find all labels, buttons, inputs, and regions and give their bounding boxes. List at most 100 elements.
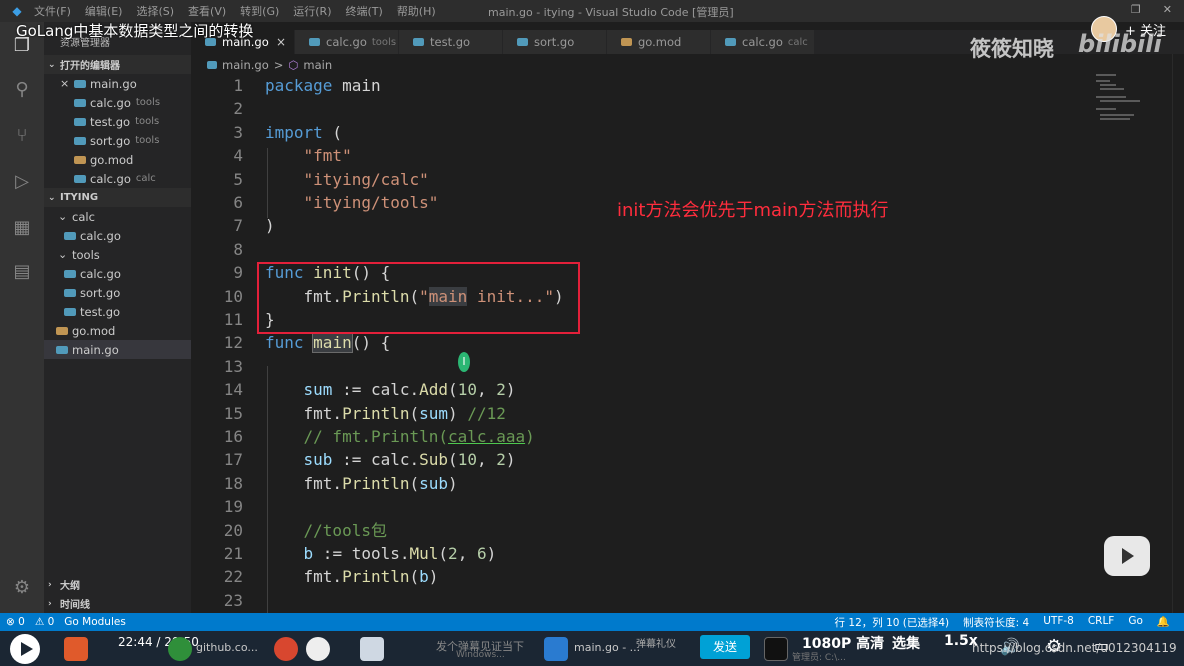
tab-go-mod[interactable]: go.mod — [607, 30, 711, 54]
tree-file[interactable]: test.go — [44, 302, 191, 321]
tree-folder-tools[interactable]: ⌄ tools — [44, 245, 191, 264]
open-editor-item[interactable]: calc.go calc — [44, 169, 191, 188]
time-separator: / — [156, 635, 161, 649]
menu-file[interactable]: 文件(F) — [34, 3, 71, 19]
open-editor-name: calc.go — [90, 95, 131, 110]
file-label: calc.go — [80, 266, 121, 281]
tree-file[interactable]: calc.go — [44, 226, 191, 245]
problems-errors[interactable]: ⊗ 0 — [6, 616, 25, 628]
send-danmaku-button[interactable]: 发送 — [700, 635, 750, 659]
chrome-icon[interactable] — [274, 637, 298, 661]
open-editor-item[interactable]: test.go tools — [44, 112, 191, 131]
code-token: 2 — [496, 380, 506, 400]
episode-selector[interactable]: 选集 — [892, 633, 920, 653]
open-editors-header[interactable]: ⌄ 打开的编辑器 — [44, 55, 191, 74]
menu-view[interactable]: 查看(V) — [188, 3, 226, 19]
line-number: 3 — [233, 122, 243, 142]
menu-help[interactable]: 帮助(H) — [397, 3, 436, 19]
run-debug-icon[interactable]: ▷ — [10, 170, 34, 194]
tab-calc-go-calc[interactable]: calc.go calc — [711, 30, 815, 54]
outline-label: 大纲 — [60, 581, 80, 592]
code-token: package — [265, 76, 333, 95]
tab-label: go.mod — [638, 35, 682, 49]
bilibili-logo: bilibili — [1078, 30, 1162, 58]
danmaku-settings-icon[interactable] — [360, 637, 384, 661]
tab-sort-go[interactable]: sort.go — [503, 30, 607, 54]
taskbar-windows[interactable]: Windows... — [456, 650, 505, 660]
close-window-icon[interactable]: ✕ — [1163, 3, 1172, 16]
open-editor-name: test.go — [90, 114, 131, 129]
restore-icon[interactable]: ❐ — [1131, 3, 1141, 16]
code-comment: // fmt.Println( — [303, 427, 449, 446]
tab-test-go[interactable]: test.go — [399, 30, 503, 54]
danmaku-etiquette-link[interactable]: 弹幕礼仪 — [636, 635, 676, 650]
code-editor[interactable]: 1 package main 2 3 import ( 4 "fmt" 5 "ity… — [191, 74, 1091, 613]
minimap[interactable] — [1092, 74, 1172, 134]
tab-size-status[interactable]: 制表符长度: 4 — [963, 615, 1029, 630]
menu-terminal[interactable]: 终端(T) — [346, 3, 383, 19]
close-icon[interactable]: × — [276, 35, 286, 49]
play-button[interactable] — [10, 634, 40, 664]
close-icon[interactable]: × — [60, 77, 74, 90]
vscode-logo-icon: ◆ — [12, 4, 22, 18]
vscode-taskbar-icon[interactable] — [544, 637, 568, 661]
tab-label: sort.go — [534, 35, 575, 49]
terminal-icon[interactable] — [764, 637, 788, 661]
code-token: ) — [448, 403, 468, 423]
tree-file[interactable]: calc.go — [44, 264, 191, 283]
menu-edit[interactable]: 编辑(E) — [85, 3, 123, 19]
go-file-icon — [64, 269, 76, 278]
open-editor-item[interactable]: calc.go tools — [44, 93, 191, 112]
encoding-status[interactable]: UTF-8 — [1043, 615, 1074, 630]
language-mode[interactable]: Go — [1128, 615, 1143, 630]
timeline-header[interactable]: › 时间线 — [44, 594, 191, 613]
tree-file[interactable]: go.mod — [44, 321, 191, 340]
menu-run[interactable]: 运行(R) — [293, 3, 331, 19]
project-header[interactable]: ⌄ ITYING — [44, 188, 191, 207]
code-line: 18 fmt.Println(sub) — [191, 472, 1091, 495]
code-line: 3 import ( — [191, 121, 1091, 144]
line-number: 5 — [233, 169, 243, 189]
mod-file-icon — [74, 155, 86, 164]
code-comment-squiggle: calc.aaa — [448, 427, 526, 446]
tree-file[interactable]: sort.go — [44, 283, 191, 302]
go-modules-status[interactable]: Go Modules — [64, 616, 126, 628]
open-editor-item[interactable]: × main.go — [44, 74, 191, 93]
outline-header[interactable]: › 大纲 — [44, 575, 191, 594]
line-number: 6 — [233, 193, 243, 212]
line-number: 16 — [223, 427, 243, 446]
open-editors-label: 打开的编辑器 — [60, 61, 120, 72]
breadcrumb-file[interactable]: main.go — [222, 58, 269, 72]
tab-calc-go-tools[interactable]: calc.go tools — [295, 30, 399, 54]
breadcrumb-symbol[interactable]: main — [303, 58, 332, 72]
tree-file-selected[interactable]: main.go — [44, 340, 191, 359]
open-editor-item[interactable]: go.mod — [44, 150, 191, 169]
open-editor-hint: tools — [135, 135, 160, 146]
taskbar-maingo[interactable]: main.go - ... — [574, 641, 640, 654]
menu-selection[interactable]: 选择(S) — [136, 3, 174, 19]
gear-icon[interactable]: ⚙ — [10, 576, 34, 600]
bell-icon[interactable]: 🔔 — [1157, 615, 1170, 630]
breadcrumb-separator: > — [273, 58, 284, 72]
open-editor-item[interactable]: sort.go tools — [44, 131, 191, 150]
code-line: 15 fmt.Println(sum) //12 — [191, 402, 1091, 425]
extensions-icon[interactable]: ▦ — [10, 216, 34, 240]
firefox-icon[interactable] — [64, 637, 88, 661]
tree-folder-calc[interactable]: ⌄ calc — [44, 207, 191, 226]
github-icon[interactable] — [306, 637, 330, 661]
remote-explorer-icon[interactable]: ▤ — [10, 260, 34, 284]
line-number: 18 — [223, 473, 243, 493]
vertical-scrollbar[interactable] — [1172, 54, 1184, 613]
taskbar-github[interactable]: github.co... — [196, 641, 258, 654]
menu-go[interactable]: 转到(G) — [240, 3, 279, 19]
eol-status[interactable]: CRLF — [1088, 615, 1115, 630]
chrome-icon[interactable] — [168, 637, 192, 661]
cursor-position[interactable]: 行 12，列 10 (已选择4) — [835, 615, 950, 630]
line-number: 4 — [233, 146, 243, 166]
code-token: "itying/tools" — [303, 193, 439, 212]
quality-selector[interactable]: 1080P 高清 — [802, 633, 884, 653]
search-icon[interactable]: ⚲ — [10, 78, 34, 102]
problems-warnings[interactable]: ⚠ 0 — [35, 616, 54, 628]
line-number: 9 — [233, 263, 243, 283]
source-control-icon[interactable]: ⑂ — [10, 124, 34, 148]
